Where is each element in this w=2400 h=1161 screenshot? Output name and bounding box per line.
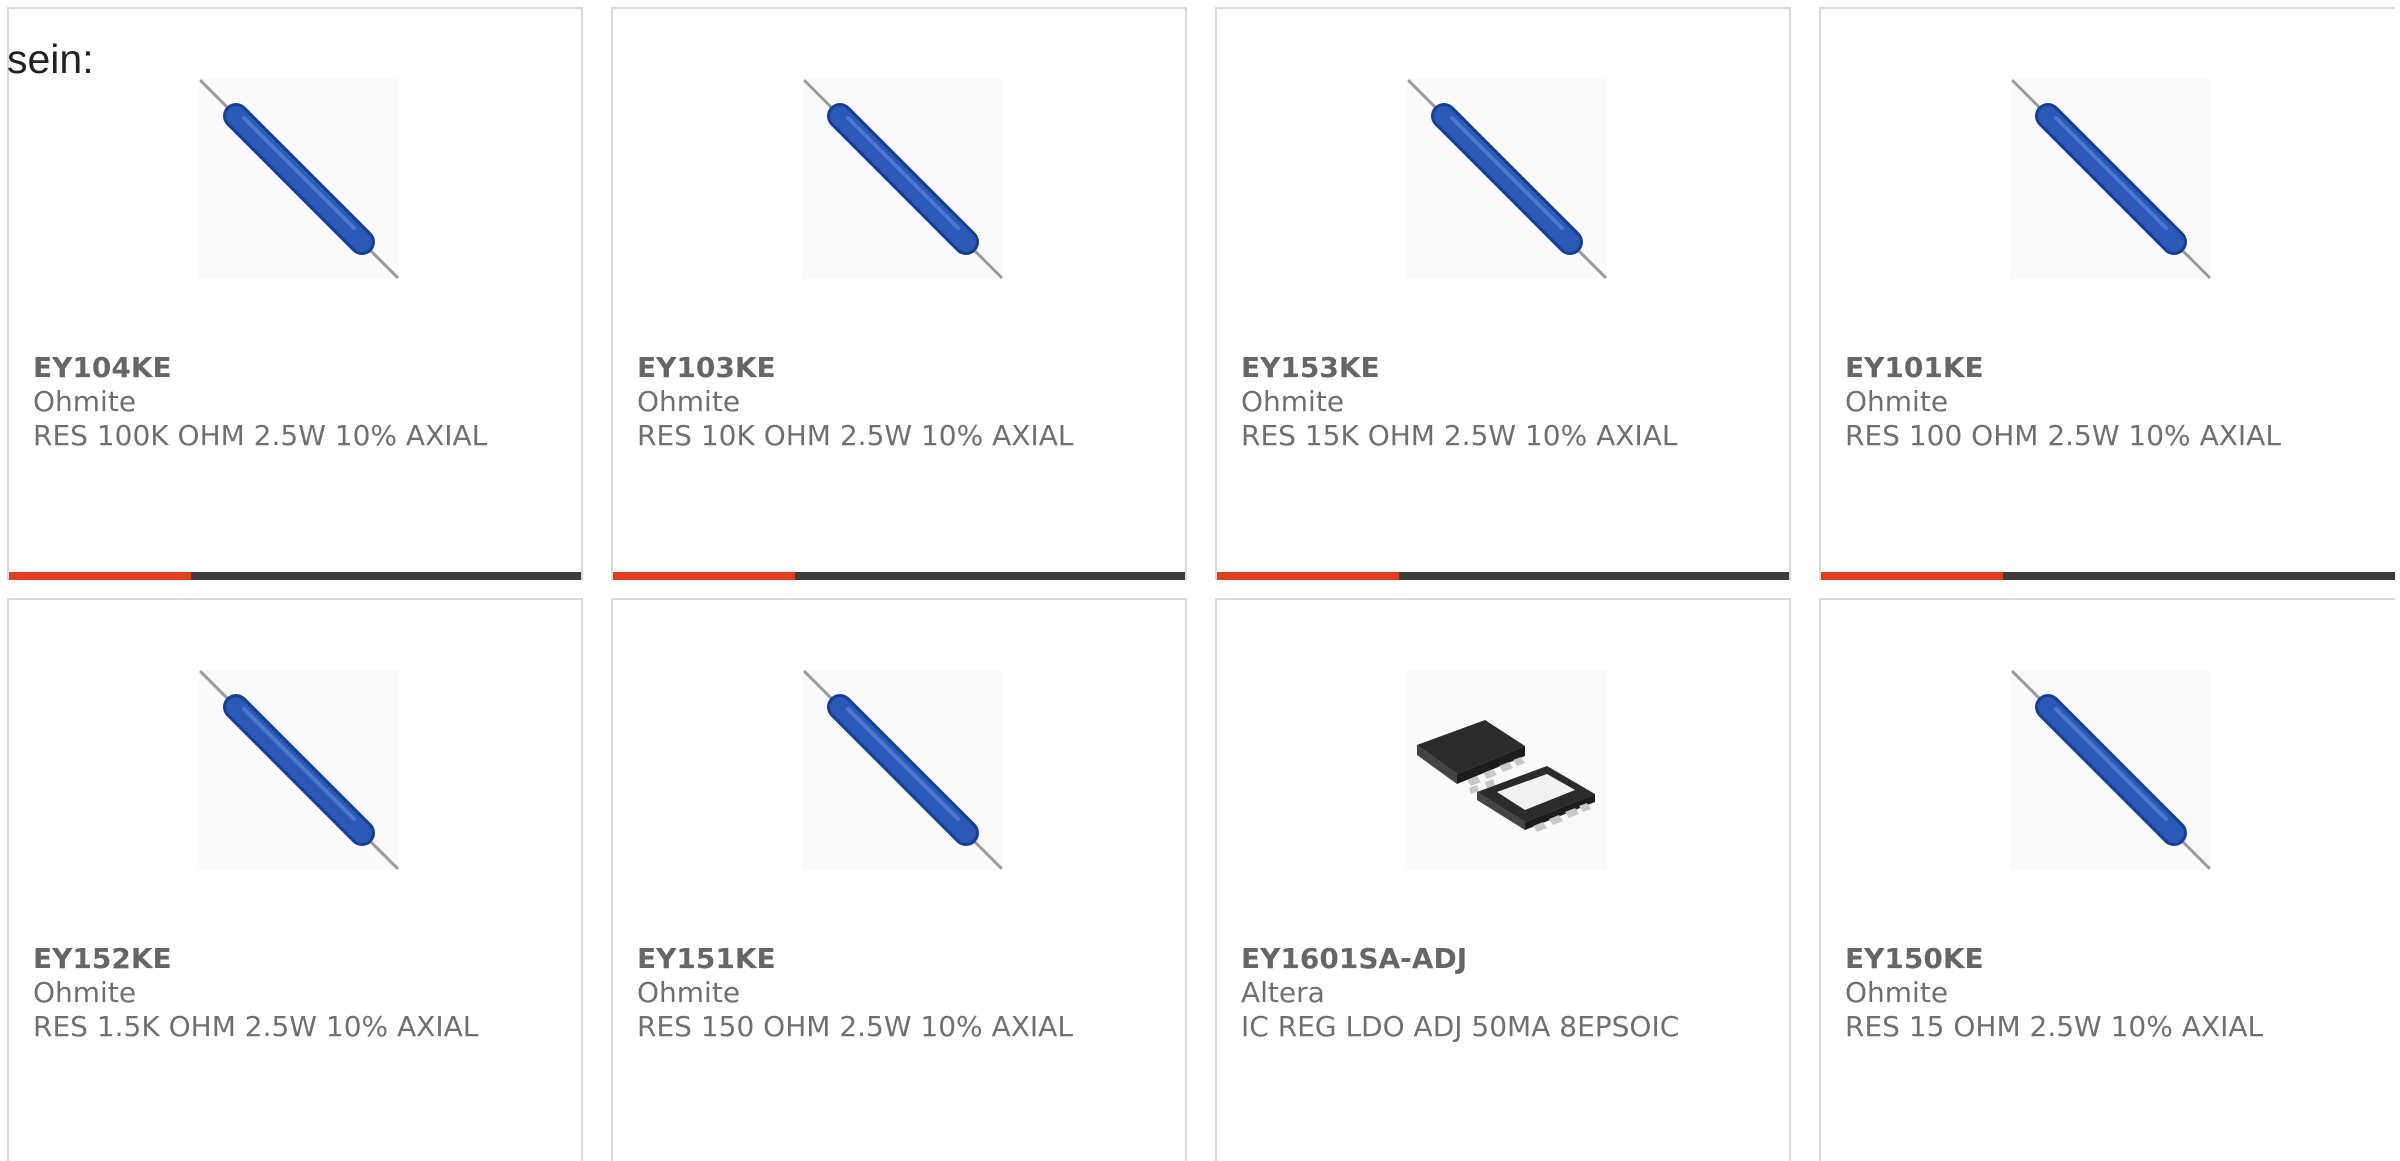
header-fragment-text: sein: (7, 36, 94, 82)
description: RES 150 OHM 2.5W 10% AXIAL (637, 1010, 1073, 1043)
manufacturer: Ohmite (637, 385, 741, 418)
axial-resistor-icon[interactable] (803, 79, 1003, 279)
card-footer-bar (9, 572, 581, 580)
product-card[interactable]: EY151KE Ohmite RES 150 OHM 2.5W 10% AXIA… (611, 598, 1187, 1161)
manufacturer: Ohmite (33, 385, 137, 418)
product-grid: EY104KE Ohmite RES 100K OHM 2.5W 10% AXI… (7, 7, 2400, 1161)
description: RES 1.5K OHM 2.5W 10% AXIAL (33, 1010, 479, 1043)
part-number[interactable]: EY1601SA-ADJ (1241, 942, 1467, 976)
part-number[interactable]: EY103KE (637, 351, 776, 385)
part-number[interactable]: EY151KE (637, 942, 776, 976)
part-number[interactable]: EY152KE (33, 942, 172, 976)
description: RES 100K OHM 2.5W 10% AXIAL (33, 419, 488, 452)
axial-resistor-icon[interactable] (2011, 670, 2211, 870)
product-card[interactable]: EY150KE Ohmite RES 15 OHM 2.5W 10% AXIAL (1819, 598, 2395, 1161)
description: IC REG LDO ADJ 50MA 8EPSOIC (1241, 1010, 1680, 1043)
card-accent-bar (613, 572, 795, 580)
manufacturer: Ohmite (33, 976, 137, 1009)
description: RES 100 OHM 2.5W 10% AXIAL (1845, 419, 2281, 452)
ic-chip-icon[interactable] (1407, 670, 1607, 870)
card-footer-bar (1821, 572, 2395, 580)
card-footer-bar (1217, 572, 1789, 580)
product-card[interactable]: EY1601SA-ADJ Altera IC REG LDO ADJ 50MA … (1215, 598, 1791, 1161)
product-card[interactable]: EY103KE Ohmite RES 10K OHM 2.5W 10% AXIA… (611, 7, 1187, 580)
card-accent-bar (9, 572, 191, 580)
manufacturer: Ohmite (1845, 385, 1949, 418)
description: RES 15 OHM 2.5W 10% AXIAL (1845, 1010, 2264, 1043)
part-number[interactable]: EY153KE (1241, 351, 1380, 385)
card-footer-bar (613, 572, 1185, 580)
product-card[interactable]: EY152KE Ohmite RES 1.5K OHM 2.5W 10% AXI… (7, 598, 583, 1161)
axial-resistor-icon[interactable] (199, 670, 399, 870)
description: RES 10K OHM 2.5W 10% AXIAL (637, 419, 1074, 452)
axial-resistor-icon[interactable] (803, 670, 1003, 870)
card-accent-bar (1821, 572, 2003, 580)
product-card[interactable]: EY101KE Ohmite RES 100 OHM 2.5W 10% AXIA… (1819, 7, 2395, 580)
axial-resistor-icon[interactable] (1407, 79, 1607, 279)
manufacturer: Ohmite (1845, 976, 1949, 1009)
part-number[interactable]: EY104KE (33, 351, 172, 385)
manufacturer: Ohmite (1241, 385, 1345, 418)
manufacturer: Altera (1241, 976, 1325, 1009)
part-number[interactable]: EY150KE (1845, 942, 1984, 976)
part-number[interactable]: EY101KE (1845, 351, 1984, 385)
axial-resistor-icon[interactable] (2011, 79, 2211, 279)
axial-resistor-icon[interactable] (199, 79, 399, 279)
description: RES 15K OHM 2.5W 10% AXIAL (1241, 419, 1678, 452)
card-accent-bar (1217, 572, 1399, 580)
product-card[interactable]: EY153KE Ohmite RES 15K OHM 2.5W 10% AXIA… (1215, 7, 1791, 580)
product-card[interactable]: EY104KE Ohmite RES 100K OHM 2.5W 10% AXI… (7, 7, 583, 580)
manufacturer: Ohmite (637, 976, 741, 1009)
